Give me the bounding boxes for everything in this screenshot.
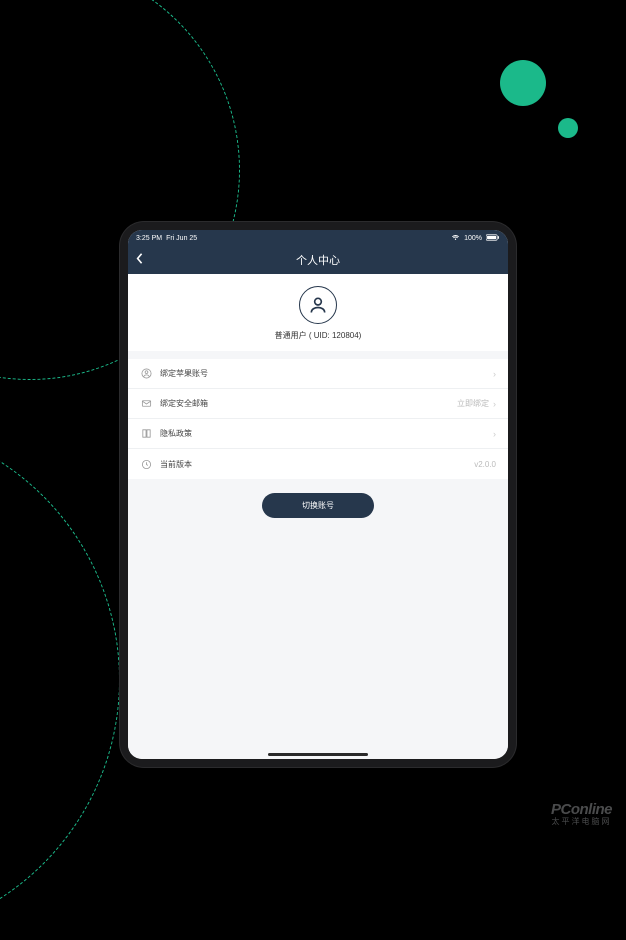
watermark-sub: 太平洋电脑网 xyxy=(551,818,612,827)
decorative-dot xyxy=(558,118,578,138)
wifi-icon xyxy=(451,234,460,243)
list-item-label: 绑定安全邮箱 xyxy=(160,398,457,409)
clock-icon xyxy=(140,458,152,470)
list-item-tail: 立即绑定 › xyxy=(457,398,496,409)
list-item-privacy[interactable]: 隐私政策 › xyxy=(128,419,508,449)
tablet-screen: 3:25 PM Fri Jun 25 100% 个人中心 xyxy=(128,230,508,759)
page-title: 个人中心 xyxy=(296,252,340,268)
decorative-dot xyxy=(500,60,546,106)
list-item-tail: v2.0.0 xyxy=(474,460,496,469)
status-date: Fri Jun 25 xyxy=(166,235,197,242)
user-label: 普通用户 ( UID: 120804) xyxy=(128,330,508,341)
watermark: PConline 太平洋电脑网 xyxy=(551,802,612,827)
settings-list: 绑定苹果账号 › 绑定安全邮箱 立即绑定 › xyxy=(128,359,508,479)
status-time: 3:25 PM xyxy=(136,235,162,242)
list-item-bind-email[interactable]: 绑定安全邮箱 立即绑定 › xyxy=(128,389,508,419)
tablet-frame: 3:25 PM Fri Jun 25 100% 个人中心 xyxy=(120,222,516,767)
list-item-tail: › xyxy=(489,429,496,439)
list-item-bind-apple[interactable]: 绑定苹果账号 › xyxy=(128,359,508,389)
status-battery: 100% xyxy=(464,235,482,242)
nav-header: 个人中心 xyxy=(128,246,508,274)
list-item-version: 当前版本 v2.0.0 xyxy=(128,449,508,479)
battery-icon xyxy=(486,234,500,243)
back-button[interactable] xyxy=(136,252,144,268)
switch-account-button[interactable]: 切换账号 xyxy=(262,493,374,518)
content-area: 普通用户 ( UID: 120804) 绑定苹果账号 › xyxy=(128,274,508,759)
list-item-label: 绑定苹果账号 xyxy=(160,368,489,379)
status-bar: 3:25 PM Fri Jun 25 100% xyxy=(128,230,508,246)
mail-icon xyxy=(140,398,152,410)
decorative-dashed-circle xyxy=(0,420,120,940)
avatar xyxy=(299,286,337,324)
list-item-label: 当前版本 xyxy=(160,459,474,470)
chevron-right-icon: › xyxy=(493,429,496,439)
chevron-right-icon: › xyxy=(493,369,496,379)
book-icon xyxy=(140,428,152,440)
list-item-tail: › xyxy=(489,369,496,379)
user-icon xyxy=(140,368,152,380)
home-indicator xyxy=(268,753,368,756)
profile-section: 普通用户 ( UID: 120804) xyxy=(128,274,508,351)
chevron-right-icon: › xyxy=(493,399,496,409)
watermark-logo: PConline xyxy=(551,802,612,819)
list-item-label: 隐私政策 xyxy=(160,428,489,439)
